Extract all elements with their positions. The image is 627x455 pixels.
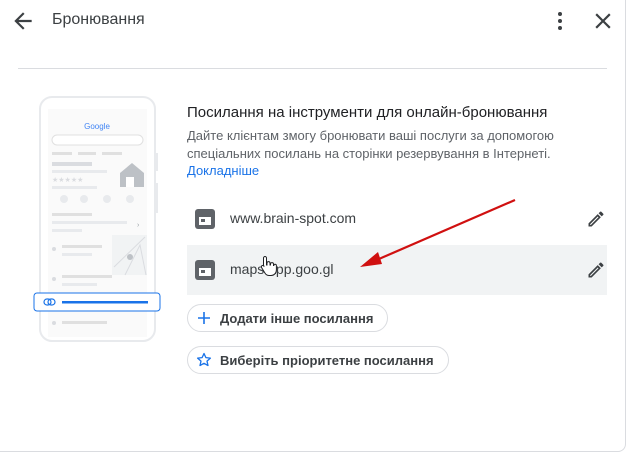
booking-link-url: www.brain-spot.com	[230, 210, 357, 226]
section-title: Посилання на інструменти для онлайн-брон…	[187, 104, 548, 121]
pencil-icon[interactable]	[586, 260, 606, 280]
calendar-icon	[195, 209, 215, 229]
close-icon[interactable]	[590, 8, 616, 34]
more-vert-icon[interactable]	[550, 8, 570, 34]
arrow-back-icon[interactable]	[10, 8, 36, 34]
pencil-icon[interactable]	[586, 209, 606, 229]
plus-icon	[198, 312, 210, 324]
google-logo: Google	[84, 122, 110, 131]
phone-illustration: Google ★★★★★ ›	[33, 96, 161, 342]
svg-text:★★★★★: ★★★★★	[52, 176, 83, 184]
add-link-label: Додати інше посилання	[220, 310, 374, 326]
add-link-button[interactable]: Додати інше посилання	[187, 304, 389, 332]
booking-link-row[interactable]: maps.app.goo.gl	[187, 245, 607, 295]
priority-link-button[interactable]: Виберіть пріоритетне посилання	[187, 346, 449, 374]
priority-link-label: Виберіть пріоритетне посилання	[220, 352, 434, 368]
star-icon	[196, 352, 212, 367]
booking-link-url: maps.app.goo.gl	[230, 261, 334, 277]
page-title: Бронювання	[52, 11, 145, 28]
calendar-icon	[195, 260, 215, 280]
section-description: Дайте клієнтам змогу бронювати ваші посл…	[187, 128, 554, 161]
booking-link-row[interactable]: www.brain-spot.com	[187, 194, 607, 244]
learn-more-link[interactable]: Докладніше	[187, 163, 259, 178]
header-divider	[18, 68, 607, 69]
header: Бронювання	[0, 0, 627, 44]
